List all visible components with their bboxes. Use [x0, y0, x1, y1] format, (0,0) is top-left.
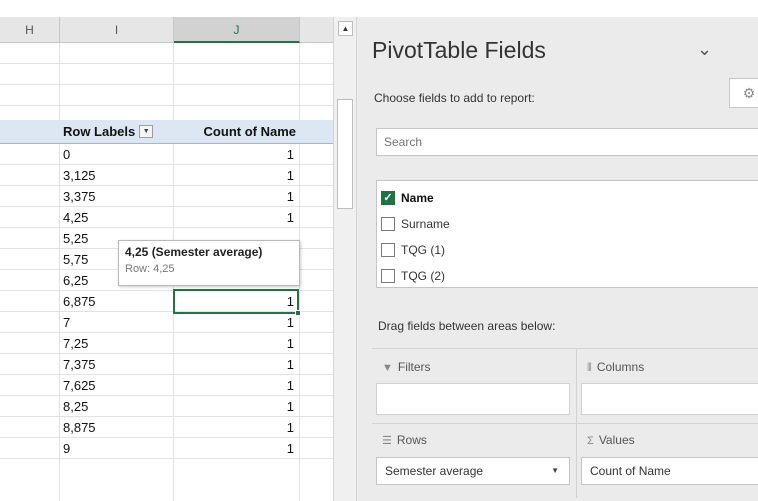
pivot-row[interactable]: 01 [0, 144, 333, 165]
fill-handle[interactable] [295, 310, 301, 316]
field-search-input[interactable] [376, 128, 758, 156]
pivot-row-label[interactable]: 6,875 [63, 291, 171, 312]
columns-drop-zone[interactable] [581, 383, 758, 415]
rows-area-label: ☰ Rows [382, 433, 427, 447]
pivot-row-label[interactable]: 8,875 [63, 417, 171, 438]
count-of-name-header[interactable]: Count of Name [178, 120, 296, 141]
pivot-row-label[interactable]: 3,375 [63, 186, 171, 207]
pane-title: PivotTable Fields [372, 37, 546, 63]
field-label: Surname [401, 217, 450, 231]
filter-icon: ▼ [382, 362, 393, 374]
field-item-tqg-2[interactable]: TQG (2) [377, 263, 758, 289]
filters-label-text: Filters [397, 360, 431, 374]
vertical-scrollbar[interactable]: ▲ [333, 17, 357, 501]
column-header-row: H I J [0, 17, 333, 43]
filter-dropdown-icon[interactable]: ▼ [139, 125, 154, 139]
column-header-h[interactable]: H [0, 17, 60, 43]
checkbox-icon[interactable] [381, 242, 395, 257]
pivot-row[interactable]: 7,25 1 [0, 333, 333, 354]
pivot-row-count[interactable]: 1 [178, 375, 294, 396]
empty-row [0, 85, 333, 106]
checkbox-checked-icon[interactable]: ✓ [381, 190, 395, 205]
pivot-row-label[interactable]: 3,125 [63, 165, 171, 186]
values-label-text: Values [598, 433, 635, 447]
pivot-row-count[interactable]: 1 [178, 165, 294, 186]
values-area-label: Σ Values [587, 433, 635, 447]
tooltip-subtitle: Row: 4,25 [125, 263, 175, 275]
pivot-row[interactable]: 3,375 1 [0, 186, 333, 207]
values-item-count-of-name[interactable]: Count of Name [581, 457, 758, 485]
field-item-name[interactable]: ✓ Name [377, 185, 758, 211]
rows-item-label: Semester average [385, 464, 484, 478]
sigma-icon: Σ [587, 435, 594, 447]
pivot-row-label[interactable]: 7,375 [63, 354, 171, 375]
pivottable-fields-pane: PivotTable Fields ⌄ Choose fields to add… [357, 17, 758, 501]
pivot-row-label[interactable]: 9 [63, 438, 171, 459]
checkbox-icon[interactable] [381, 216, 395, 231]
pivot-row-count[interactable]: 1 [178, 186, 294, 207]
pivot-row-count[interactable]: 1 [178, 207, 294, 228]
pivot-row-count[interactable]: 1 [178, 144, 294, 165]
pivot-row-count[interactable]: 1 [178, 417, 294, 438]
empty-row [0, 64, 333, 85]
pivot-row[interactable]: 7,375 1 [0, 354, 333, 375]
pivot-row-label[interactable]: 7,25 [63, 333, 171, 354]
pivot-row-label[interactable]: 7 [63, 312, 171, 333]
divider [372, 423, 758, 424]
row-labels-header-text: Row Labels [63, 124, 136, 139]
column-header-j[interactable]: J [174, 17, 300, 43]
active-cell-selection[interactable] [173, 289, 301, 316]
drag-fields-label: Drag fields between areas below: [378, 319, 556, 333]
columns-icon: ⦀ [587, 362, 592, 374]
rows-item-semester-average[interactable]: Semester average ▼ [376, 457, 570, 485]
gear-icon[interactable]: ⚙ [729, 78, 758, 108]
pivot-row[interactable]: 3,125 1 [0, 165, 333, 186]
field-label: TQG (1) [401, 243, 445, 257]
scroll-up-arrow-icon[interactable]: ▲ [338, 21, 353, 36]
values-item-label: Count of Name [590, 464, 671, 478]
columns-label-text: Columns [596, 360, 645, 374]
pivot-row[interactable]: 4,25 1 [0, 207, 333, 228]
cell-tooltip: 4,25 (Semester average) Row: 4,25 [118, 240, 300, 286]
pivot-row-count[interactable]: 1 [178, 312, 294, 333]
pivot-row-count[interactable]: 1 [178, 438, 294, 459]
pivot-row-label[interactable]: 7,625 [63, 375, 171, 396]
pivot-row[interactable]: 71 [0, 312, 333, 333]
field-item-tqg-1[interactable]: TQG (1) [377, 237, 758, 263]
field-item-surname[interactable]: Surname [377, 211, 758, 237]
dropdown-arrow-icon[interactable]: ▼ [551, 458, 559, 484]
checkbox-icon[interactable] [381, 268, 395, 283]
pivot-row[interactable]: 8,875 1 [0, 417, 333, 438]
filters-drop-zone[interactable] [376, 383, 570, 415]
filters-area-label: ▼ Filters [382, 360, 431, 374]
chevron-down-icon[interactable]: ⌄ [697, 39, 712, 60]
pivot-row-count[interactable]: 1 [178, 396, 294, 417]
columns-area-label: ⦀ Columns [587, 360, 644, 375]
pivot-row-count[interactable]: 1 [178, 354, 294, 375]
empty-row [0, 43, 333, 64]
tooltip-title: 4,25 (Semester average) [125, 245, 263, 259]
rows-icon: ☰ [382, 435, 392, 447]
field-label: Name [401, 191, 434, 205]
scrollbar-thumb[interactable] [337, 99, 353, 209]
field-list: ✓ Name Surname TQG (1) TQG (2) [376, 180, 758, 288]
pane-subtitle: Choose fields to add to report: [374, 91, 535, 105]
field-label: TQG (2) [401, 269, 445, 283]
row-labels-header[interactable]: Row Labels ▼ [63, 120, 173, 141]
column-header-i[interactable]: I [60, 17, 174, 43]
pivot-row[interactable]: 91 [0, 438, 333, 459]
pivot-row-label[interactable]: 8,25 [63, 396, 171, 417]
pivot-row-count[interactable]: 1 [178, 333, 294, 354]
spreadsheet-grid[interactable]: H I J Row Labels ▼ Count of Name 0 1 3,125 1… [0, 0, 333, 501]
pivot-header-row: Row Labels ▼ Count of Name [0, 120, 333, 144]
pivot-row-label[interactable]: 0 [63, 144, 171, 165]
pivot-row[interactable]: 7,625 1 [0, 375, 333, 396]
divider [372, 348, 758, 349]
pivot-row[interactable]: 8,25 1 [0, 396, 333, 417]
pivot-row-label[interactable]: 4,25 [63, 207, 171, 228]
rows-label-text: Rows [396, 433, 427, 447]
